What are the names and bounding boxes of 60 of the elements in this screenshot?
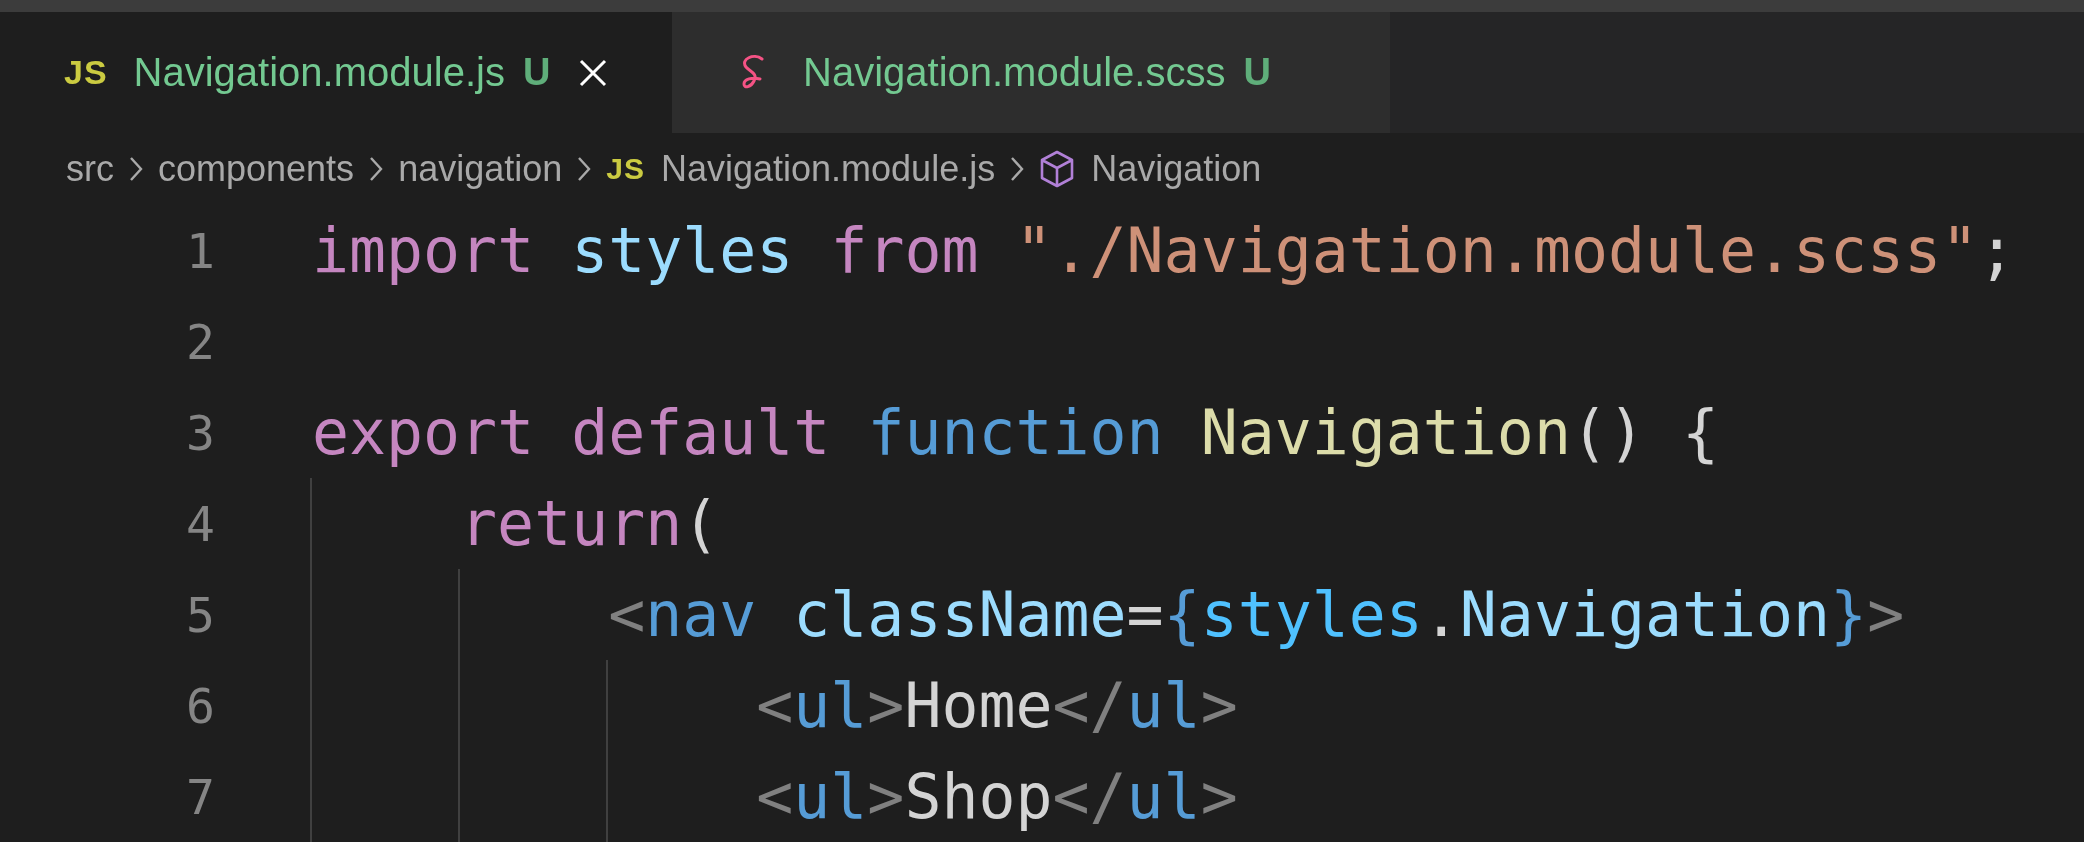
breadcrumb-item[interactable]: Navigation.module.js: [660, 148, 996, 190]
breadcrumb-item[interactable]: navigation: [398, 148, 563, 190]
code-token: </: [1052, 669, 1127, 742]
line-number: 7: [185, 768, 215, 825]
breadcrumb-item[interactable]: components: [158, 148, 355, 190]
code-token: (: [682, 487, 720, 560]
code-token: }: [1830, 578, 1868, 651]
code-token: >: [867, 760, 905, 833]
chevron-icon: [128, 155, 144, 183]
code-token: styles: [571, 214, 795, 287]
code-token: Navigation: [1200, 396, 1571, 469]
code-token: {: [1163, 578, 1201, 651]
code-token: =: [1126, 578, 1164, 651]
code-token: <: [608, 578, 646, 651]
js-file-icon: JS: [64, 53, 108, 92]
untracked-status: U: [1243, 51, 1271, 94]
editor-tab[interactable]: JS Navigation.module.js U: [0, 12, 672, 133]
code-token: function: [867, 396, 1165, 469]
breadcrumb-item[interactable]: src: [66, 148, 114, 190]
code-token: ul: [1126, 669, 1201, 742]
chevron-icon: [368, 155, 385, 183]
code-token: <: [756, 760, 794, 833]
line-number: 2: [185, 313, 215, 370]
code-token: >: [1867, 578, 1905, 651]
untracked-status: U: [522, 51, 551, 94]
code-token: nav: [645, 578, 758, 651]
line-number: 5: [185, 586, 215, 643]
code-token: ul: [1126, 760, 1201, 833]
code-token: Home: [904, 669, 1053, 742]
line-number: 6: [185, 677, 215, 734]
code-token: styles: [1200, 578, 1423, 651]
code-token: className: [793, 578, 1127, 651]
tab-title: Navigation.module.scss: [803, 50, 1226, 95]
code-token: ul: [793, 669, 868, 742]
code-token: export default: [312, 396, 832, 469]
code-token: ;: [1978, 214, 2016, 287]
editor-tab[interactable]: Navigation.module.scss U: [672, 12, 1390, 133]
code-token: () {: [1570, 396, 1720, 469]
code-token: <: [756, 669, 794, 742]
code-token: ul: [793, 760, 868, 833]
code-token: Navigation: [1459, 578, 1831, 651]
js-file-icon: JS: [606, 152, 645, 186]
code-token: from: [830, 214, 980, 287]
cube-icon: [1039, 150, 1076, 188]
chevron-icon: [1009, 155, 1026, 183]
breadcrumb-item[interactable]: Navigation: [1091, 148, 1262, 190]
tab-title: Navigation.module.js: [133, 50, 505, 95]
code-token: >: [1200, 669, 1238, 742]
code-token: >: [1200, 760, 1238, 833]
code-token: return: [460, 487, 683, 560]
code-token: import: [312, 214, 536, 287]
line-number: 4: [185, 495, 215, 552]
code-token: >: [867, 669, 905, 742]
line-number: 1: [185, 222, 215, 279]
chevron-icon: [576, 155, 593, 183]
code-token: </: [1052, 760, 1127, 833]
code-token: Shop: [904, 760, 1053, 833]
code-token: "./Navigation.module.scss": [1015, 214, 1979, 287]
code-token: .: [1422, 578, 1460, 651]
line-number: 3: [185, 404, 215, 461]
